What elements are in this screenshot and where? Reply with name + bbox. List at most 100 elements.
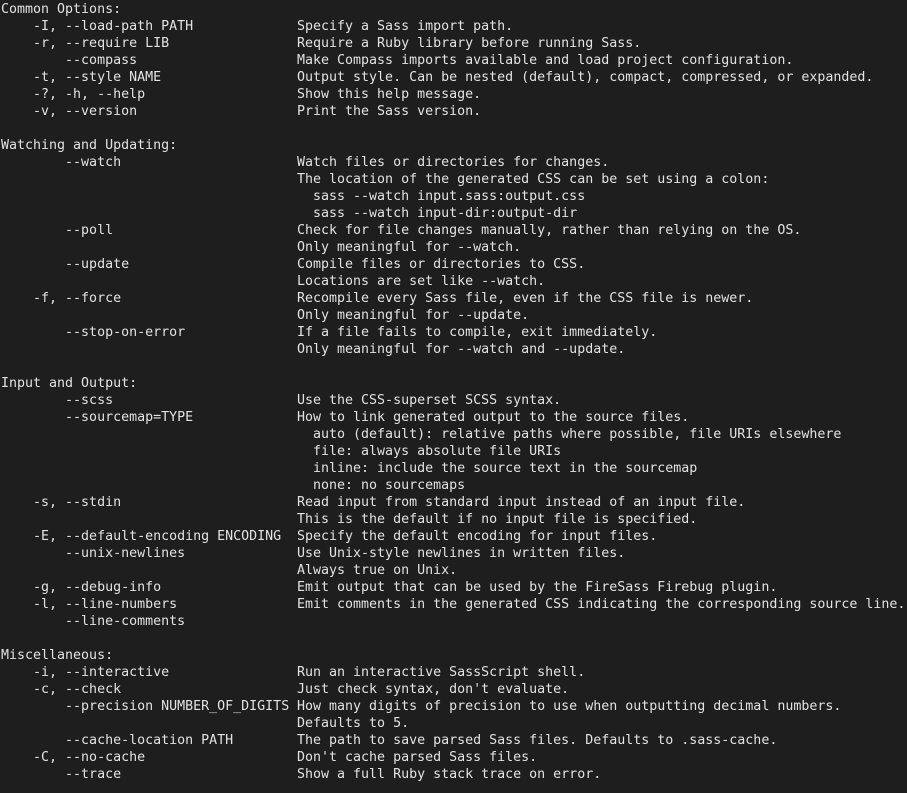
terminal-line: sass --watch input-dir:output-dir xyxy=(1,205,907,222)
terminal-line: This is the default if no input file is … xyxy=(1,511,907,528)
terminal-line: none: no sourcemaps xyxy=(1,477,907,494)
option-flag: -g, --debug-info xyxy=(1,580,162,595)
terminal-line: -t, --style NAME Output style. Can be nes… xyxy=(1,69,907,86)
option-flag: --sourcemap=TYPE xyxy=(1,410,194,425)
option-description: Watch files or directories for changes. xyxy=(297,155,610,170)
option-flag: --scss xyxy=(1,393,114,408)
option-description: The path to save parsed Sass files. Defa… xyxy=(297,733,778,748)
option-flag: -i, --interactive xyxy=(1,665,170,680)
terminal-output: Common Options: -I, --load-path PATH Spec… xyxy=(0,0,907,783)
option-description: Defaults to 5. xyxy=(297,716,410,731)
option-flag: -C, --no-cache xyxy=(1,750,146,765)
terminal-line: -c, --check Just check syntax, don't eval… xyxy=(1,681,907,698)
option-description: Print the Sass version. xyxy=(297,104,482,119)
option-description: Compile files or directories to CSS. xyxy=(297,257,586,272)
option-flag: -E, --default-encoding ENCODING xyxy=(1,529,282,544)
option-flag: -I, --load-path PATH xyxy=(1,19,194,34)
option-description: Read input from standard input instead o… xyxy=(297,495,746,510)
option-flag: --stop-on-error xyxy=(1,325,186,340)
terminal-line: --trace Show a full Ruby stack trace on e… xyxy=(1,766,907,783)
option-description: The location of the generated CSS can be… xyxy=(297,172,770,187)
option-description: This is the default if no input file is … xyxy=(297,512,698,527)
option-description: How to link generated output to the sour… xyxy=(297,410,690,425)
terminal-line: Watching and Updating: xyxy=(1,137,907,154)
option-description: Specify a Sass import path. xyxy=(297,19,514,34)
terminal-line: file: always absolute file URIs xyxy=(1,443,907,460)
option-description: sass --watch input-dir:output-dir xyxy=(297,206,578,221)
terminal-line: -f, --force Recompile every Sass file, ev… xyxy=(1,290,907,307)
option-description: Check for file changes manually, rather … xyxy=(297,223,802,238)
terminal-line: -s, --stdin Read input from standard inpu… xyxy=(1,494,907,511)
option-flag: -s, --stdin xyxy=(1,495,122,510)
option-description: Only meaningful for --update. xyxy=(297,308,530,323)
terminal-line: --line-comments xyxy=(1,613,907,630)
terminal-line: inline: include the source text in the s… xyxy=(1,460,907,477)
terminal-line: -?, -h, --help Show this help message. xyxy=(1,86,907,103)
terminal-line: Only meaningful for --watch. xyxy=(1,239,907,256)
option-flag: -f, --force xyxy=(1,291,122,306)
option-flag: Miscellaneous: xyxy=(1,648,114,663)
option-flag: Input and Output: xyxy=(1,376,138,391)
option-description: Specify the default encoding for input f… xyxy=(297,529,658,544)
option-flag: --line-comments xyxy=(1,614,186,629)
option-description: Require a Ruby library before running Sa… xyxy=(297,36,642,51)
option-description: Always true on Unix. xyxy=(297,563,458,578)
terminal-line: --cache-location PATH The path to save pa… xyxy=(1,732,907,749)
option-description: Use the CSS-superset SCSS syntax. xyxy=(297,393,562,408)
option-description: Only meaningful for --watch. xyxy=(297,240,522,255)
terminal-line: sass --watch input.sass:output.css xyxy=(1,188,907,205)
terminal-line: Defaults to 5. xyxy=(1,715,907,732)
terminal-line: Input and Output: xyxy=(1,375,907,392)
terminal-line: -I, --load-path PATH Specify a Sass impor… xyxy=(1,18,907,35)
option-description: Emit output that can be used by the Fire… xyxy=(297,580,778,595)
option-description: Don't cache parsed Sass files. xyxy=(297,750,538,765)
terminal-line: auto (default): relative paths where pos… xyxy=(1,426,907,443)
option-description: Just check syntax, don't evaluate. xyxy=(297,682,570,697)
terminal-line: --scss Use the CSS-superset SCSS syntax. xyxy=(1,392,907,409)
option-flag: --poll xyxy=(1,223,114,238)
option-flag: Common Options: xyxy=(1,2,122,17)
option-flag: -?, -h, --help xyxy=(1,87,146,102)
option-description: none: no sourcemaps xyxy=(297,478,466,493)
option-description: Use Unix-style newlines in written files… xyxy=(297,546,626,561)
option-flag: --trace xyxy=(1,767,122,782)
option-description: Show this help message. xyxy=(297,87,482,102)
option-description: Recompile every Sass file, even if the C… xyxy=(297,291,754,306)
option-description: Locations are set like --watch. xyxy=(297,274,546,289)
terminal-line: Only meaningful for --watch and --update… xyxy=(1,341,907,358)
option-flag: -t, --style NAME xyxy=(1,70,162,85)
terminal-line: --update Compile files or directories to … xyxy=(1,256,907,273)
option-flag: --cache-location PATH xyxy=(1,733,234,748)
option-flag: --watch xyxy=(1,155,122,170)
option-flag: -r, --require LIB xyxy=(1,36,170,51)
terminal-line: -l, --line-numbers Emit comments in the g… xyxy=(1,596,907,613)
terminal-line: -g, --debug-info Emit output that can be … xyxy=(1,579,907,596)
option-description: Run an interactive SassScript shell. xyxy=(297,665,586,680)
option-description: sass --watch input.sass:output.css xyxy=(297,189,586,204)
option-description: How many digits of precision to use when… xyxy=(297,699,842,714)
terminal-line: --poll Check for file changes manually, r… xyxy=(1,222,907,239)
option-description: Emit comments in the generated CSS indic… xyxy=(297,597,906,612)
option-description: If a file fails to compile, exit immedia… xyxy=(297,325,658,340)
option-flag: --update xyxy=(1,257,130,272)
option-description: inline: include the source text in the s… xyxy=(297,461,698,476)
terminal-line: Locations are set like --watch. xyxy=(1,273,907,290)
option-flag: -v, --version xyxy=(1,104,138,119)
terminal-line: -E, --default-encoding ENCODING Specify t… xyxy=(1,528,907,545)
option-description: auto (default): relative paths where pos… xyxy=(297,427,842,442)
option-flag: --precision NUMBER_OF_DIGITS xyxy=(1,699,290,714)
terminal-line: --stop-on-error If a file fails to compil… xyxy=(1,324,907,341)
option-description: Output style. Can be nested (default), c… xyxy=(297,70,874,85)
terminal-line: Only meaningful for --update. xyxy=(1,307,907,324)
option-flag: Watching and Updating: xyxy=(1,138,178,153)
option-flag: -l, --line-numbers xyxy=(1,597,178,612)
option-description: Only meaningful for --watch and --update… xyxy=(297,342,626,357)
terminal-line: --unix-newlines Use Unix-style newlines i… xyxy=(1,545,907,562)
terminal-line: -C, --no-cache Don't cache parsed Sass fi… xyxy=(1,749,907,766)
option-flag: -c, --check xyxy=(1,682,122,697)
terminal-line: Always true on Unix. xyxy=(1,562,907,579)
terminal-line: The location of the generated CSS can be… xyxy=(1,171,907,188)
